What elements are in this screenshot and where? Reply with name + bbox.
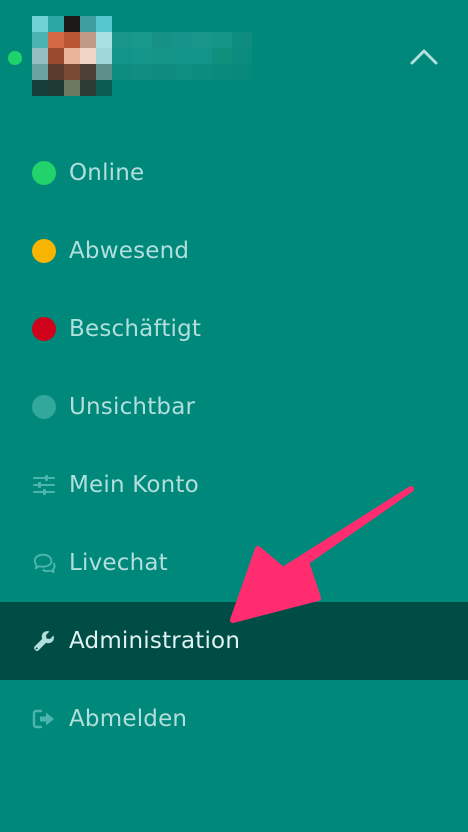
menu-item-label: Abwesend xyxy=(69,238,190,264)
menu-item-administration[interactable]: Administration xyxy=(0,602,468,680)
username-pixel xyxy=(232,48,252,64)
menu-item-online[interactable]: Online xyxy=(0,134,468,212)
status-invisible-icon xyxy=(32,395,56,419)
avatar-pixel xyxy=(80,48,96,64)
username-pixel xyxy=(132,32,152,48)
username-pixel xyxy=(232,32,252,48)
menu-item-label: Unsichtbar xyxy=(69,394,196,420)
username-pixel xyxy=(192,48,212,64)
username-pixel xyxy=(112,32,132,48)
avatar-pixel xyxy=(80,16,96,32)
username-pixel xyxy=(172,48,192,64)
menu-item-logout[interactable]: Abmelden xyxy=(0,680,468,758)
username-pixel xyxy=(152,32,172,48)
avatar-pixel xyxy=(96,32,112,48)
menu-item-label: Abmelden xyxy=(69,706,188,732)
presence-indicator xyxy=(8,51,22,65)
avatar-pixel xyxy=(32,48,48,64)
menu-item-invisible[interactable]: Unsichtbar xyxy=(0,368,468,446)
username-pixel xyxy=(212,64,232,80)
username-pixel xyxy=(212,32,232,48)
username-pixel xyxy=(132,48,152,64)
account-header[interactable] xyxy=(0,0,468,110)
avatar-pixel xyxy=(96,80,112,96)
username-pixel xyxy=(212,48,232,64)
avatar-pixel xyxy=(48,64,64,80)
menu-item-label: Online xyxy=(69,160,145,186)
status-online-icon xyxy=(32,161,56,185)
username-pixel xyxy=(112,64,132,80)
avatar-pixel xyxy=(48,48,64,64)
app-root: Online Abwesend Beschäftigt Unsichtbar M… xyxy=(0,0,468,832)
username-pixel xyxy=(192,64,212,80)
avatar[interactable] xyxy=(32,16,112,96)
menu-item-label: Livechat xyxy=(69,550,168,576)
menu-item-my-account[interactable]: Mein Konto xyxy=(0,446,468,524)
username-pixel xyxy=(232,64,252,80)
avatar-pixel xyxy=(32,80,48,96)
account-menu: Online Abwesend Beschäftigt Unsichtbar M… xyxy=(0,134,468,758)
avatar-pixel xyxy=(48,32,64,48)
menu-item-label: Beschäftigt xyxy=(69,316,202,342)
menu-item-busy[interactable]: Beschäftigt xyxy=(0,290,468,368)
avatar-pixel xyxy=(64,48,80,64)
avatar-pixel xyxy=(48,80,64,96)
status-busy-icon xyxy=(32,317,56,341)
avatar-pixel xyxy=(64,64,80,80)
avatar-pixel xyxy=(96,16,112,32)
sliders-icon xyxy=(32,473,56,497)
username-pixel xyxy=(152,48,172,64)
sign-out-icon xyxy=(32,707,56,731)
avatar-pixel xyxy=(32,16,48,32)
username-pixel xyxy=(152,64,172,80)
username-pixel xyxy=(172,32,192,48)
username-blurred xyxy=(112,32,252,80)
menu-item-label: Administration xyxy=(69,628,241,654)
chat-bubbles-icon xyxy=(32,551,56,575)
avatar-pixel xyxy=(64,32,80,48)
avatar-pixel xyxy=(32,64,48,80)
status-away-icon xyxy=(32,239,56,263)
wrench-icon xyxy=(32,629,56,653)
avatar-pixel xyxy=(64,80,80,96)
username-pixel xyxy=(132,64,152,80)
avatar-pixel xyxy=(48,16,64,32)
menu-item-label: Mein Konto xyxy=(69,472,199,498)
avatar-pixel xyxy=(80,64,96,80)
chevron-up-icon[interactable] xyxy=(406,40,442,76)
avatar-pixel xyxy=(80,80,96,96)
avatar-pixel xyxy=(64,16,80,32)
username-pixel xyxy=(112,48,132,64)
avatar-pixel xyxy=(32,32,48,48)
avatar-pixel xyxy=(80,32,96,48)
avatar-pixel xyxy=(96,48,112,64)
menu-item-away[interactable]: Abwesend xyxy=(0,212,468,290)
menu-item-livechat[interactable]: Livechat xyxy=(0,524,468,602)
username-pixel xyxy=(192,32,212,48)
avatar-pixel xyxy=(96,64,112,80)
username-pixel xyxy=(172,64,192,80)
